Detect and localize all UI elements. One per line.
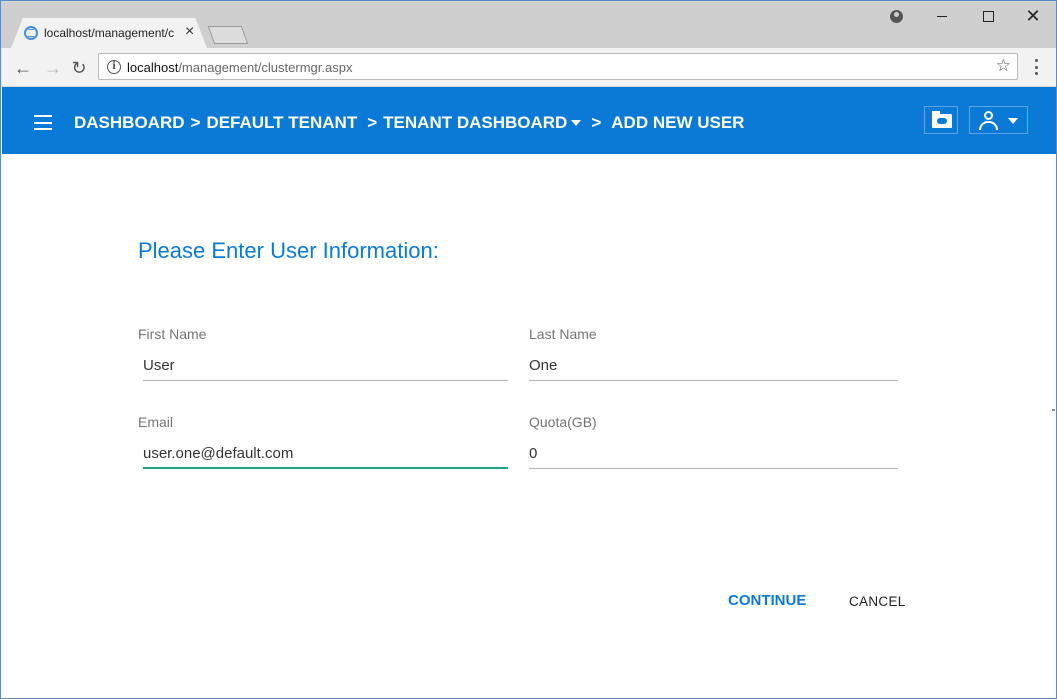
browser-tab[interactable]: localhost/management/c × — [11, 18, 207, 48]
profile-icon[interactable] — [886, 6, 906, 26]
favicon-icon — [24, 26, 38, 40]
email-label: Email — [138, 414, 174, 430]
tab-close-icon[interactable]: × — [185, 23, 194, 41]
new-tab-button[interactable] — [207, 26, 249, 44]
page-title: Please Enter User Information: — [138, 238, 439, 263]
chevron-down-icon[interactable] — [571, 120, 582, 126]
breadcrumb-separator: > — [190, 113, 201, 132]
menu-icon[interactable] — [1028, 56, 1044, 78]
user-menu-button[interactable] — [969, 106, 1028, 134]
reload-icon[interactable]: ↻ — [68, 57, 90, 79]
url-path: /management/clustermgr.aspx — [178, 60, 353, 75]
app-header: DASHBOARD > DEFAULT TENANT > TENANT DASH… — [2, 87, 1056, 154]
info-icon[interactable]: i — [107, 60, 121, 74]
cancel-button[interactable]: CANCEL — [849, 594, 906, 609]
user-icon — [984, 111, 993, 120]
title-bar: localhost/management/c × ✕ — [1, 1, 1056, 48]
last-name-field[interactable] — [529, 351, 898, 381]
tab-title: localhost/management/c — [44, 26, 175, 40]
url-host: localhost — [127, 60, 179, 75]
star-icon[interactable]: ☆ — [996, 56, 1011, 76]
scrollbar[interactable] — [1052, 409, 1055, 411]
minimize-icon[interactable] — [932, 6, 952, 26]
url-text[interactable]: localhost/management/clustermgr.aspx — [127, 60, 352, 75]
breadcrumb-separator: > — [367, 113, 378, 132]
maximize-icon[interactable] — [978, 6, 998, 26]
folder-cloud-icon — [932, 111, 952, 128]
breadcrumb-separator: > — [591, 113, 602, 132]
first-name-field[interactable] — [143, 351, 508, 381]
chevron-down-icon — [1008, 118, 1018, 124]
breadcrumb-tenant-dashboard[interactable]: TENANT DASHBOARD — [383, 113, 567, 133]
quota-field[interactable] — [529, 439, 898, 469]
email-field[interactable] — [143, 439, 508, 469]
address-bar[interactable]: i localhost/management/clustermgr.aspx ☆ — [98, 53, 1018, 80]
breadcrumb-add-new-user: ADD NEW USER — [611, 113, 745, 132]
breadcrumb: DASHBOARD > DEFAULT TENANT > TENANT DASH… — [74, 113, 744, 133]
continue-button[interactable]: CONTINUE — [728, 592, 806, 609]
folder-cloud-button[interactable] — [924, 106, 958, 134]
close-icon[interactable]: ✕ — [1023, 6, 1043, 26]
breadcrumb-default-tenant[interactable]: DEFAULT TENANT — [206, 113, 357, 133]
browser-toolbar: ← → ↻ i localhost/management/clustermgr.… — [1, 48, 1056, 87]
back-icon[interactable]: ← — [12, 57, 34, 79]
first-name-label: First Name — [138, 326, 207, 342]
browser-window: localhost/management/c × ✕ ← → ↻ i local… — [0, 0, 1057, 699]
forward-icon[interactable]: → — [42, 57, 64, 79]
hamburger-icon[interactable] — [34, 115, 52, 130]
breadcrumb-dashboard[interactable]: DASHBOARD — [74, 113, 185, 133]
quota-label: Quota(GB) — [529, 414, 597, 430]
last-name-label: Last Name — [529, 326, 597, 342]
